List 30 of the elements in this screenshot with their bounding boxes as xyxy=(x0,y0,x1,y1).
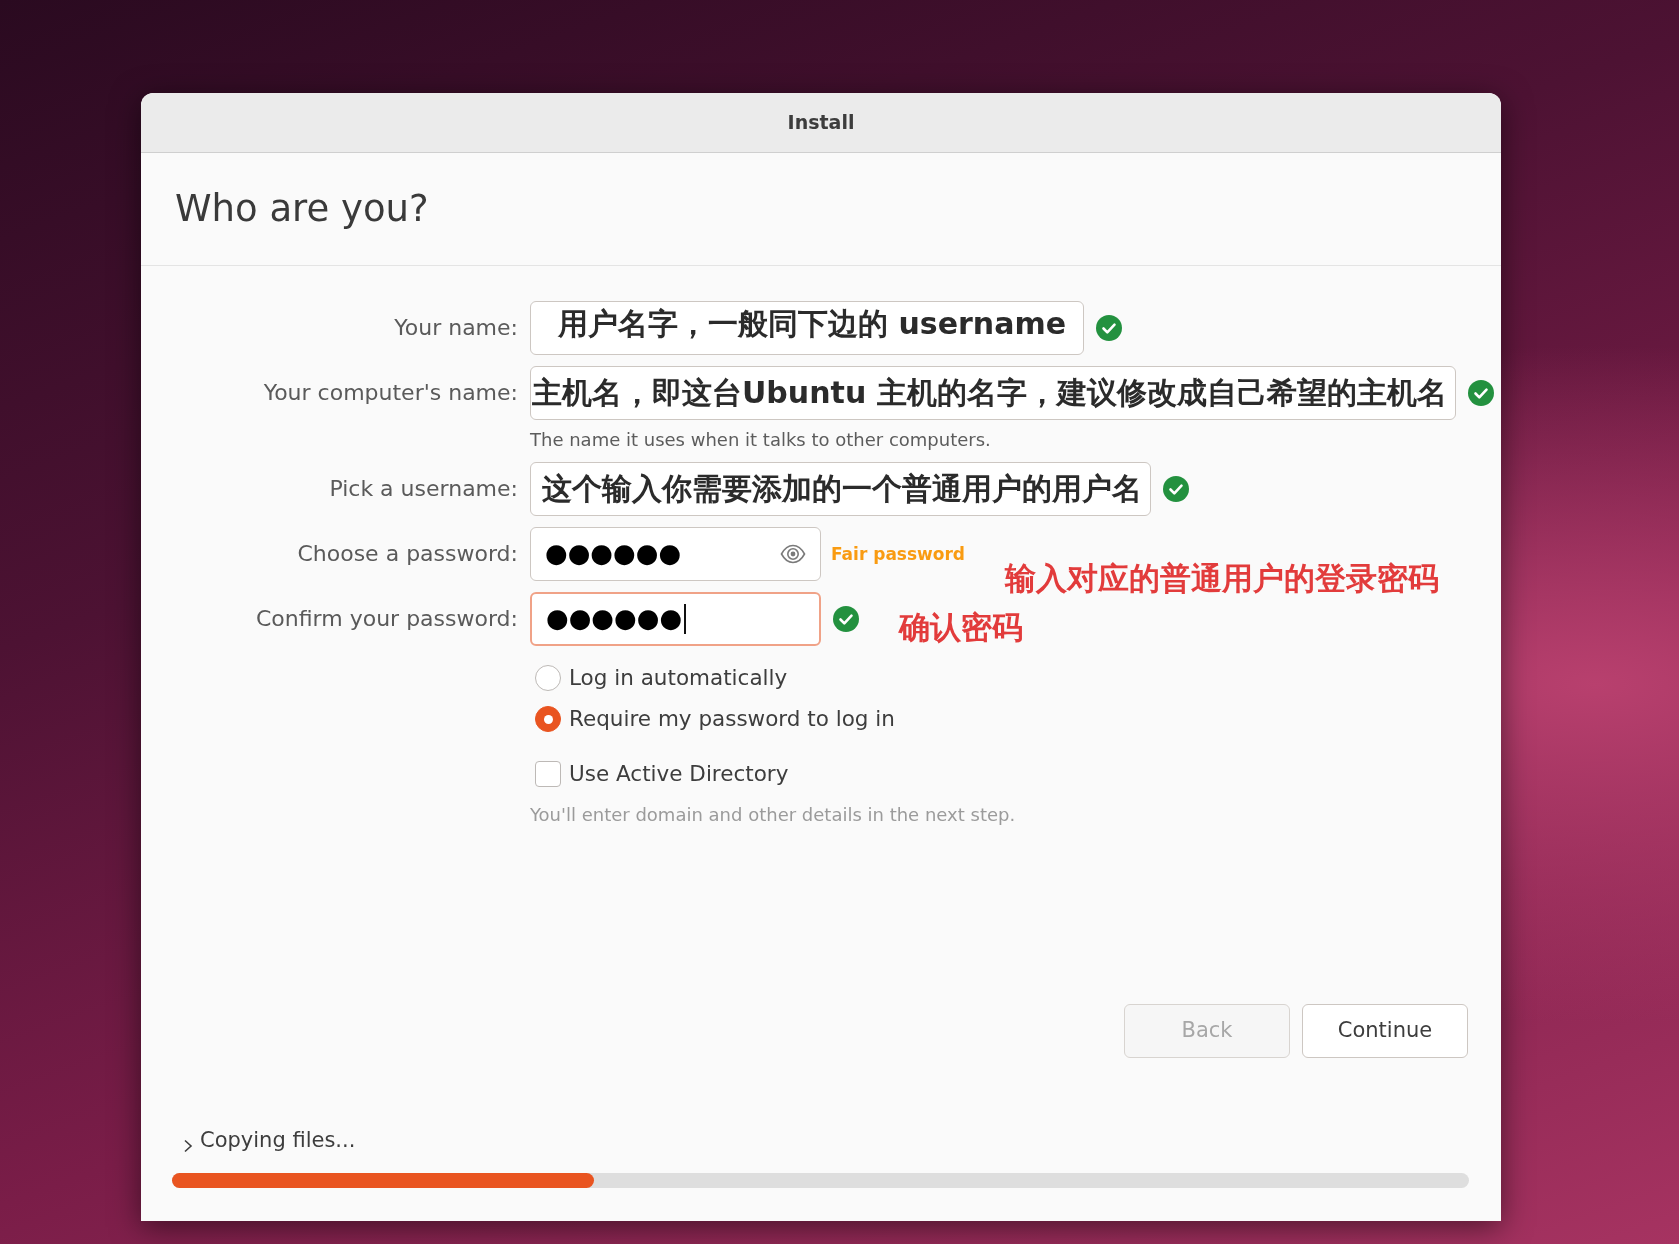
field-label: Your name: xyxy=(393,314,518,342)
radio-button[interactable] xyxy=(535,706,561,732)
field-label: Confirm your password: xyxy=(254,605,518,633)
text-cursor xyxy=(684,604,687,634)
details-expander[interactable]: Copying files... xyxy=(183,1127,356,1155)
field-label: Pick a username: xyxy=(328,475,518,503)
eye-icon xyxy=(780,543,806,565)
page-heading: Who are you? xyxy=(175,185,429,232)
radio-button[interactable] xyxy=(535,665,561,691)
checkbox[interactable] xyxy=(535,761,561,787)
input-field[interactable]: 这个输入你需要添加的一个普通用户的用户名 xyxy=(530,462,1151,516)
window-title: Install xyxy=(787,110,855,135)
annotation-note: 确认密码 xyxy=(899,609,1023,645)
input-field[interactable]: 用户名字，一般同下边的 username xyxy=(530,301,1084,355)
annotation-text: 用户名字，一般同下边的 username xyxy=(558,306,1066,342)
helper-text: You'll enter domain and other details in the next step. xyxy=(530,803,1016,827)
field-label: Your computer's name: xyxy=(262,379,518,407)
input-field[interactable]: ●●●●●● xyxy=(530,592,821,646)
field-label: Choose a password: xyxy=(296,540,518,568)
input-field[interactable]: 主机名，即这台Ubuntu 主机的名字，建议修改成自己希望的主机名 xyxy=(530,366,1456,420)
radio-option[interactable]: Log in automatically xyxy=(535,663,788,693)
helper-text: The name it uses when it talks to other computers. xyxy=(530,428,991,452)
radio-option[interactable]: Require my password to log in xyxy=(535,704,895,734)
annotation-text: 主机名，即这台Ubuntu 主机的名字，建议修改成自己希望的主机名 xyxy=(532,375,1447,411)
input-field[interactable]: ●●●●●● xyxy=(530,527,821,581)
annotation-note: 输入对应的普通用户的登录密码 xyxy=(1005,560,1440,596)
continue-button[interactable]: Continue xyxy=(1302,1004,1468,1058)
annotation-text: 这个输入你需要添加的一个普通用户的用户名 xyxy=(542,471,1142,507)
checkbox-option[interactable]: Use Active Directory xyxy=(535,759,789,789)
password-strength: Fair password xyxy=(831,542,966,566)
